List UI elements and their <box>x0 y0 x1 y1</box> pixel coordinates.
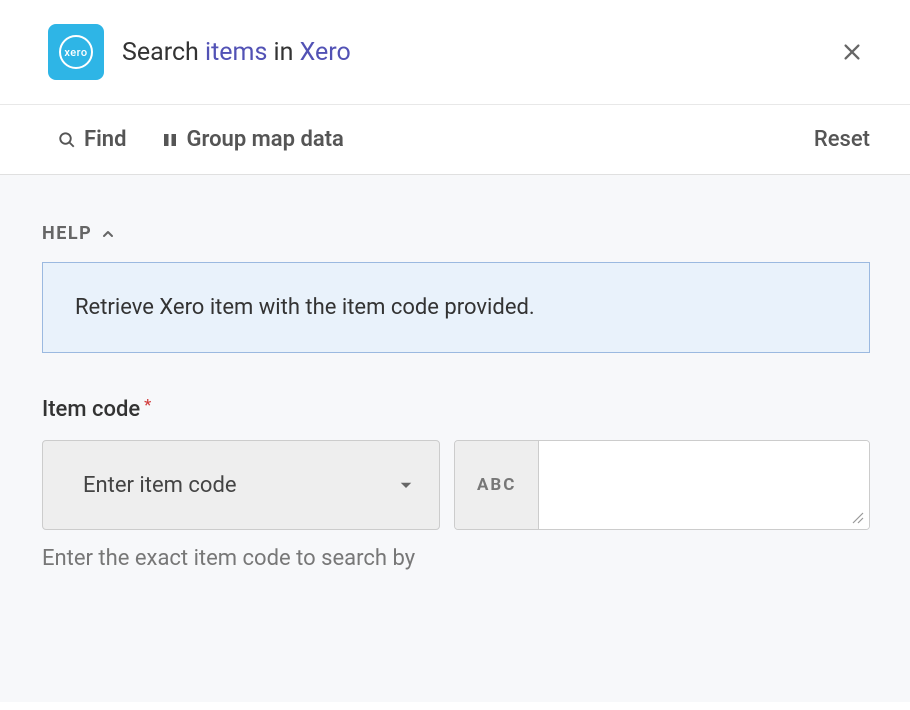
group-map-tab[interactable]: Group map data <box>161 127 344 152</box>
find-tab[interactable]: Find <box>58 127 127 152</box>
modal-header: xero Search items in Xero <box>0 0 910 105</box>
group-map-label: Group map data <box>187 127 344 152</box>
chevron-up-icon <box>100 226 116 242</box>
close-button[interactable] <box>834 34 870 70</box>
xero-logo-icon: xero <box>59 35 93 69</box>
reset-button[interactable]: Reset <box>814 127 870 152</box>
item-code-dropdown[interactable]: Enter item code <box>42 440 440 530</box>
columns-icon <box>161 131 179 149</box>
toolbar: Find Group map data Reset <box>0 105 910 175</box>
app-icon: xero <box>48 24 104 80</box>
required-indicator: * <box>144 395 151 414</box>
help-label: HELP <box>42 223 92 244</box>
search-icon <box>58 131 76 149</box>
help-toggle[interactable]: HELP <box>42 223 870 244</box>
help-description: Retrieve Xero item with the item code pr… <box>42 262 870 353</box>
item-code-hint: Enter the exact item code to search by <box>42 546 870 571</box>
chevron-down-icon <box>397 476 415 494</box>
close-icon <box>841 41 863 63</box>
item-code-field: Item code * Enter item code ABC <box>42 397 870 571</box>
help-section: HELP Retrieve Xero item with the item co… <box>42 223 870 353</box>
item-code-input[interactable] <box>539 441 869 529</box>
dropdown-placeholder: Enter item code <box>83 473 397 498</box>
item-code-label: Item code * <box>42 397 870 422</box>
item-code-input-group: ABC <box>454 440 870 530</box>
modal-title: Search items in Xero <box>122 38 834 67</box>
input-type-badge: ABC <box>455 441 539 529</box>
content-area: HELP Retrieve Xero item with the item co… <box>0 175 910 702</box>
item-code-input-wrapper <box>539 441 869 529</box>
find-label: Find <box>84 127 127 152</box>
